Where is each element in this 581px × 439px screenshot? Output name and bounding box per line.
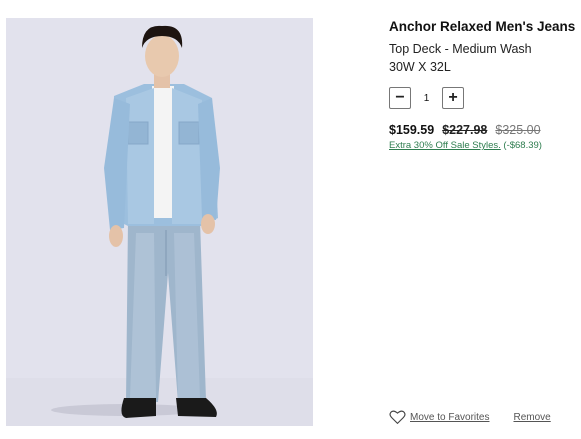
product-details: Anchor Relaxed Men's Jeans Top Deck - Me… [389, 18, 577, 151]
quantity-stepper: − 1 + [389, 87, 577, 109]
remove-link[interactable]: Remove [513, 412, 550, 423]
product-image[interactable] [6, 18, 313, 426]
increment-button[interactable]: + [442, 87, 464, 109]
promo-line: Extra 30% Off Sale Styles. (-$68.39) [389, 140, 577, 151]
was-price: $227.98 [442, 123, 488, 137]
move-to-favorites-link[interactable]: Move to Favorites [410, 412, 489, 423]
product-variant: Top Deck - Medium Wash [389, 42, 532, 56]
price-row: $159.59 $227.98 $325.00 [389, 123, 577, 137]
quantity-value: 1 [423, 92, 430, 104]
promo-savings: (-$68.39) [503, 140, 542, 151]
current-price: $159.59 [389, 123, 435, 137]
heart-icon[interactable] [389, 409, 406, 425]
product-photo [6, 18, 313, 426]
decrement-button[interactable]: − [389, 87, 411, 109]
product-title[interactable]: Anchor Relaxed Men's Jeans [389, 19, 577, 34]
item-actions: Move to Favorites Remove [389, 409, 569, 425]
product-size: 30W X 32L [389, 60, 451, 74]
original-price: $325.00 [495, 123, 541, 137]
promo-link[interactable]: Extra 30% Off Sale Styles. [389, 140, 501, 151]
